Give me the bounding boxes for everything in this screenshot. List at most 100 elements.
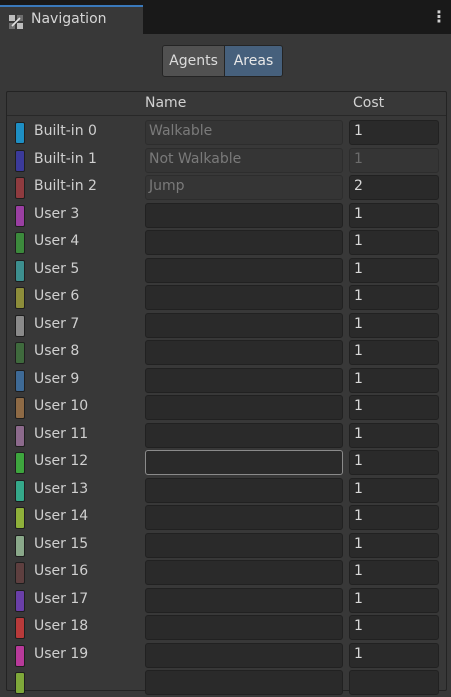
area-name-field[interactable] (145, 202, 343, 228)
area-name-field[interactable] (145, 670, 343, 695)
area-label: Built-in 2 (34, 178, 97, 194)
area-color-swatch[interactable] (15, 617, 25, 639)
area-color-swatch[interactable] (15, 342, 25, 364)
area-name-field[interactable] (145, 587, 343, 613)
area-name-field: Jump (145, 175, 343, 200)
area-cost-field[interactable]: 1 (349, 340, 439, 365)
column-header-cost: Cost (353, 95, 385, 111)
area-color-swatch[interactable] (15, 177, 25, 199)
table-row: User 15 1 (7, 532, 446, 560)
area-label: User 15 (34, 535, 89, 552)
tab-areas[interactable]: Areas (225, 46, 282, 76)
tab-title: Navigation (31, 11, 107, 27)
area-cost-field[interactable]: 1 (349, 642, 439, 668)
area-label: User 12 (34, 453, 89, 469)
area-name-field[interactable] (145, 642, 343, 668)
area-name-field[interactable] (145, 615, 343, 640)
table-row: User 19 1 (7, 642, 446, 670)
area-cost-field[interactable]: 2 (349, 175, 439, 200)
area-cost-field[interactable]: 1 (349, 505, 439, 530)
area-cost-field[interactable]: 1 (349, 367, 439, 393)
table-row: User 7 1 (7, 312, 446, 340)
area-label: User 6 (34, 288, 80, 304)
area-color-swatch[interactable] (15, 369, 25, 392)
area-color-swatch[interactable] (15, 204, 25, 227)
area-color-swatch[interactable] (15, 122, 25, 144)
table-row: User 8 1 (7, 340, 446, 367)
area-label: User 10 (34, 398, 89, 414)
table-header: Name Cost (7, 92, 446, 116)
area-cost-field[interactable]: 1 (349, 587, 439, 613)
area-cost-field[interactable]: 1 (349, 615, 439, 640)
area-cost-field[interactable]: 1 (349, 257, 439, 283)
area-name-field[interactable] (145, 285, 343, 310)
area-color-swatch[interactable] (15, 672, 25, 694)
area-label: User 9 (34, 370, 80, 387)
area-color-swatch[interactable] (15, 424, 25, 447)
area-name-field[interactable] (145, 450, 343, 475)
area-color-swatch[interactable] (15, 149, 25, 172)
area-color-swatch[interactable] (15, 287, 25, 309)
table-row: Built-in 2 Jump 2 (7, 175, 446, 202)
area-color-swatch[interactable] (15, 397, 25, 419)
table-row (7, 670, 446, 697)
area-color-swatch[interactable] (15, 562, 25, 584)
area-color-swatch[interactable] (15, 589, 25, 612)
area-color-swatch[interactable] (15, 534, 25, 557)
area-cost-field[interactable]: 1 (349, 422, 439, 448)
area-label: User 7 (34, 315, 80, 332)
area-color-swatch[interactable] (15, 259, 25, 282)
table-row: User 18 1 (7, 615, 446, 642)
area-label: User 18 (34, 618, 89, 634)
tab-agents[interactable]: Agents (163, 46, 225, 76)
area-cost-field[interactable]: 1 (349, 312, 439, 338)
area-color-swatch[interactable] (15, 452, 25, 474)
area-name-field[interactable] (145, 560, 343, 585)
area-cost-field[interactable]: 1 (349, 120, 439, 145)
area-color-swatch[interactable] (15, 232, 25, 254)
area-cost-field[interactable] (349, 670, 439, 695)
table-row: Built-in 1 Not Walkable 1 (7, 147, 446, 175)
tab-navigation[interactable]: Navigation (0, 5, 143, 34)
area-label: User 11 (34, 425, 89, 442)
area-label: User 5 (34, 260, 80, 277)
area-name-field[interactable] (145, 340, 343, 365)
area-color-swatch[interactable] (15, 314, 25, 337)
area-name-field[interactable] (145, 367, 343, 393)
table-row: User 6 1 (7, 285, 446, 312)
area-name-field[interactable] (145, 230, 343, 255)
more-vertical-icon[interactable]: ⋮ (431, 8, 447, 26)
area-cost-field[interactable]: 1 (349, 202, 439, 228)
table-row: User 4 1 (7, 230, 446, 257)
area-name-field: Not Walkable (145, 147, 343, 173)
column-header-name: Name (145, 95, 187, 111)
area-label: User 3 (34, 205, 80, 222)
area-cost-field[interactable]: 1 (349, 285, 439, 310)
area-color-swatch[interactable] (15, 644, 25, 667)
area-name-field[interactable] (145, 422, 343, 448)
area-name-field[interactable] (145, 395, 343, 420)
table-row: User 11 1 (7, 422, 446, 450)
area-cost-field[interactable]: 1 (349, 230, 439, 255)
area-color-swatch[interactable] (15, 479, 25, 502)
area-name-field[interactable] (145, 477, 343, 503)
area-cost-field[interactable]: 1 (349, 532, 439, 558)
area-cost-field[interactable]: 1 (349, 450, 439, 475)
table-row: Built-in 0 Walkable 1 (7, 120, 446, 147)
area-cost-field: 1 (349, 147, 439, 173)
navigation-icon (9, 14, 23, 29)
area-name-field[interactable] (145, 312, 343, 338)
area-cost-field[interactable]: 1 (349, 560, 439, 585)
area-name-field[interactable] (145, 257, 343, 283)
area-cost-field[interactable]: 1 (349, 477, 439, 503)
table-row: User 13 1 (7, 477, 446, 505)
area-name-field[interactable] (145, 505, 343, 530)
table-row: User 17 1 (7, 587, 446, 615)
area-label: User 13 (34, 480, 89, 497)
area-name-field[interactable] (145, 532, 343, 558)
area-label: Built-in 0 (34, 123, 97, 139)
table-row: User 16 1 (7, 560, 446, 587)
area-cost-field[interactable]: 1 (349, 395, 439, 420)
area-color-swatch[interactable] (15, 507, 25, 529)
area-label: User 17 (34, 590, 89, 607)
